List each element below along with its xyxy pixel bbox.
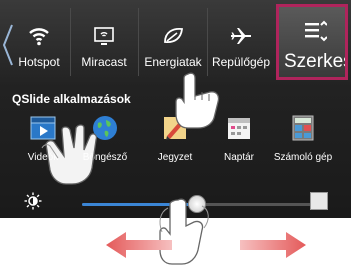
swipe-right-arrow-icon (240, 232, 306, 258)
toggle-energy-saver[interactable]: Energiatak (140, 6, 206, 78)
miracast-icon (94, 27, 114, 45)
airplane-icon (231, 28, 251, 44)
toggle-energy-saver-label: Energiatak (144, 55, 202, 69)
energy-saver-icon (164, 27, 183, 43)
toggle-hotspot[interactable]: Hotspot (10, 6, 68, 78)
divider (70, 8, 71, 76)
edit-tile[interactable]: Szerkesz (276, 4, 348, 80)
calculator-icon (292, 115, 314, 141)
wifi-hotspot-icon (29, 28, 49, 46)
edit-list-icon (305, 20, 327, 42)
swipe-hand-icon (41, 124, 98, 185)
edit-tile-label: Szerkesz (284, 51, 345, 72)
app-notepad-label: Jegyzet (157, 152, 193, 163)
toggle-airplane[interactable]: Repülőgép (208, 6, 274, 78)
app-calculator-label: Számoló gép (273, 152, 333, 163)
auto-brightness-checkbox[interactable] (310, 192, 328, 210)
divider (138, 8, 139, 76)
toggle-hotspot-label: Hotspot (18, 55, 60, 69)
brightness-sun-icon (24, 192, 42, 210)
swipe-left-arrow-icon (106, 232, 172, 258)
toggle-miracast[interactable]: Miracast (72, 6, 136, 78)
toggle-miracast-label: Miracast (81, 55, 127, 69)
app-calendar-label: Naptár (223, 152, 254, 163)
tap-hand-icon (175, 72, 220, 129)
app-calculator[interactable]: Számoló gép (272, 112, 334, 172)
qslide-title: QSlide alkalmazások (12, 92, 131, 106)
toggle-airplane-label: Repülőgép (211, 55, 271, 69)
